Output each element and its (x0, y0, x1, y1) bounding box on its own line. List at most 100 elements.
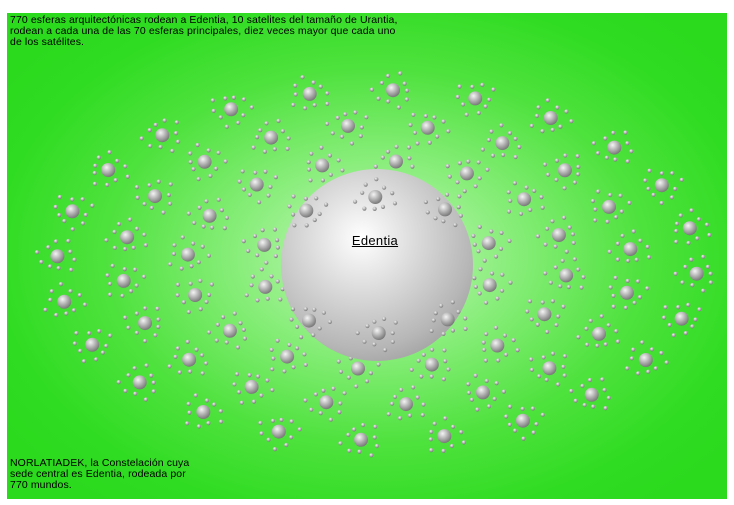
satellite-sphere (543, 242, 548, 247)
satellite-sphere (659, 200, 664, 206)
satellite-sphere (74, 331, 79, 336)
satellite-sphere (142, 274, 147, 279)
satellite-sphere (527, 299, 533, 304)
satellite-sphere (306, 160, 311, 165)
satellite-sphere (640, 340, 645, 345)
satellite-sphere (90, 203, 95, 208)
satellite-sphere (353, 110, 358, 115)
satellite-sphere (338, 369, 344, 374)
satellite-sphere (272, 227, 277, 232)
satellite-sphere (206, 421, 211, 426)
satellite-sphere (455, 180, 460, 185)
satellite-sphere (105, 182, 110, 187)
principal-sphere (57, 294, 72, 309)
satellite-sphere (271, 356, 276, 361)
satellite-sphere (517, 144, 522, 150)
principal-sphere-group (325, 110, 369, 146)
satellite-sphere (122, 267, 127, 272)
principal-sphere (258, 279, 273, 294)
principal-sphere (65, 204, 80, 219)
satellite-sphere (327, 153, 333, 158)
satellite-sphere (108, 292, 113, 297)
satellite-sphere (211, 108, 216, 113)
satellite-sphere (390, 339, 395, 344)
satellite-sphere (556, 382, 561, 387)
satellite-sphere (476, 249, 481, 254)
satellite-sphere (615, 257, 621, 262)
satellite-sphere (247, 192, 252, 197)
satellite-sphere (564, 109, 569, 114)
principal-sphere (584, 387, 599, 402)
satellite-sphere (188, 369, 193, 374)
satellite-sphere (97, 329, 102, 334)
satellite-sphere (181, 300, 186, 305)
satellite-sphere (631, 347, 636, 352)
principal-sphere (592, 326, 606, 341)
satellite-sphere (512, 428, 518, 433)
satellite-sphere (224, 215, 229, 220)
satellite-sphere (200, 371, 205, 376)
principal-sphere (244, 379, 259, 394)
satellite-sphere (576, 172, 581, 177)
satellite-sphere (173, 354, 178, 359)
principal-sphere-group (608, 275, 650, 310)
principal-sphere-group (338, 422, 379, 458)
satellite-sphere (204, 299, 209, 304)
satellite-sphere (373, 164, 378, 169)
satellite-sphere (266, 437, 271, 442)
satellite-sphere (70, 227, 75, 232)
satellite-sphere (560, 258, 565, 263)
satellite-sphere (313, 392, 318, 397)
satellite-sphere (558, 124, 563, 129)
principal-sphere (341, 118, 355, 133)
satellite-sphere (289, 419, 294, 424)
principal-sphere-group (529, 98, 574, 134)
satellite-sphere (279, 417, 284, 422)
satellite-sphere (216, 197, 221, 202)
satellite-sphere (151, 389, 156, 394)
satellite-sphere (540, 412, 545, 417)
satellite-sphere (273, 253, 278, 259)
satellite-sphere (337, 410, 342, 415)
satellite-sphere (68, 249, 73, 254)
principal-sphere (468, 91, 483, 106)
principal-sphere-group (525, 299, 566, 334)
principal-sphere (302, 313, 316, 328)
satellite-sphere (66, 238, 71, 244)
principal-sphere-group (185, 393, 224, 429)
satellite-sphere (196, 260, 201, 265)
satellite-sphere (529, 317, 534, 322)
satellite-sphere (196, 424, 201, 429)
satellite-sphere (524, 185, 529, 190)
satellite-sphere (463, 316, 468, 321)
satellite-sphere (587, 377, 593, 383)
satellite-sphere (635, 279, 641, 284)
satellite-sphere (64, 311, 69, 316)
satellite-sphere (704, 222, 710, 227)
satellite-sphere (80, 221, 85, 226)
satellite-sphere (390, 191, 395, 196)
satellite-sphere (545, 329, 550, 334)
satellite-sphere (441, 377, 446, 382)
satellite-sphere (143, 306, 148, 311)
satellite-sphere (282, 369, 287, 374)
satellite-sphere (214, 338, 219, 343)
satellite-sphere (430, 347, 435, 352)
satellite-sphere (464, 112, 469, 117)
satellite-sphere (481, 340, 486, 345)
satellite-sphere (156, 317, 161, 322)
satellite-sphere (421, 352, 426, 357)
satellite-sphere (247, 373, 252, 378)
satellite-sphere (342, 391, 347, 396)
principal-sphere (543, 111, 558, 125)
satellite-sphere (546, 172, 551, 177)
satellite-sphere (291, 102, 296, 107)
satellite-sphere (168, 201, 173, 206)
satellite-sphere (325, 121, 330, 126)
satellite-sphere (223, 159, 228, 164)
principal-sphere (438, 202, 452, 217)
satellite-sphere (193, 393, 198, 398)
principal-sphere-group (134, 179, 173, 215)
satellite-sphere (156, 179, 161, 184)
satellite-sphere (476, 160, 481, 165)
